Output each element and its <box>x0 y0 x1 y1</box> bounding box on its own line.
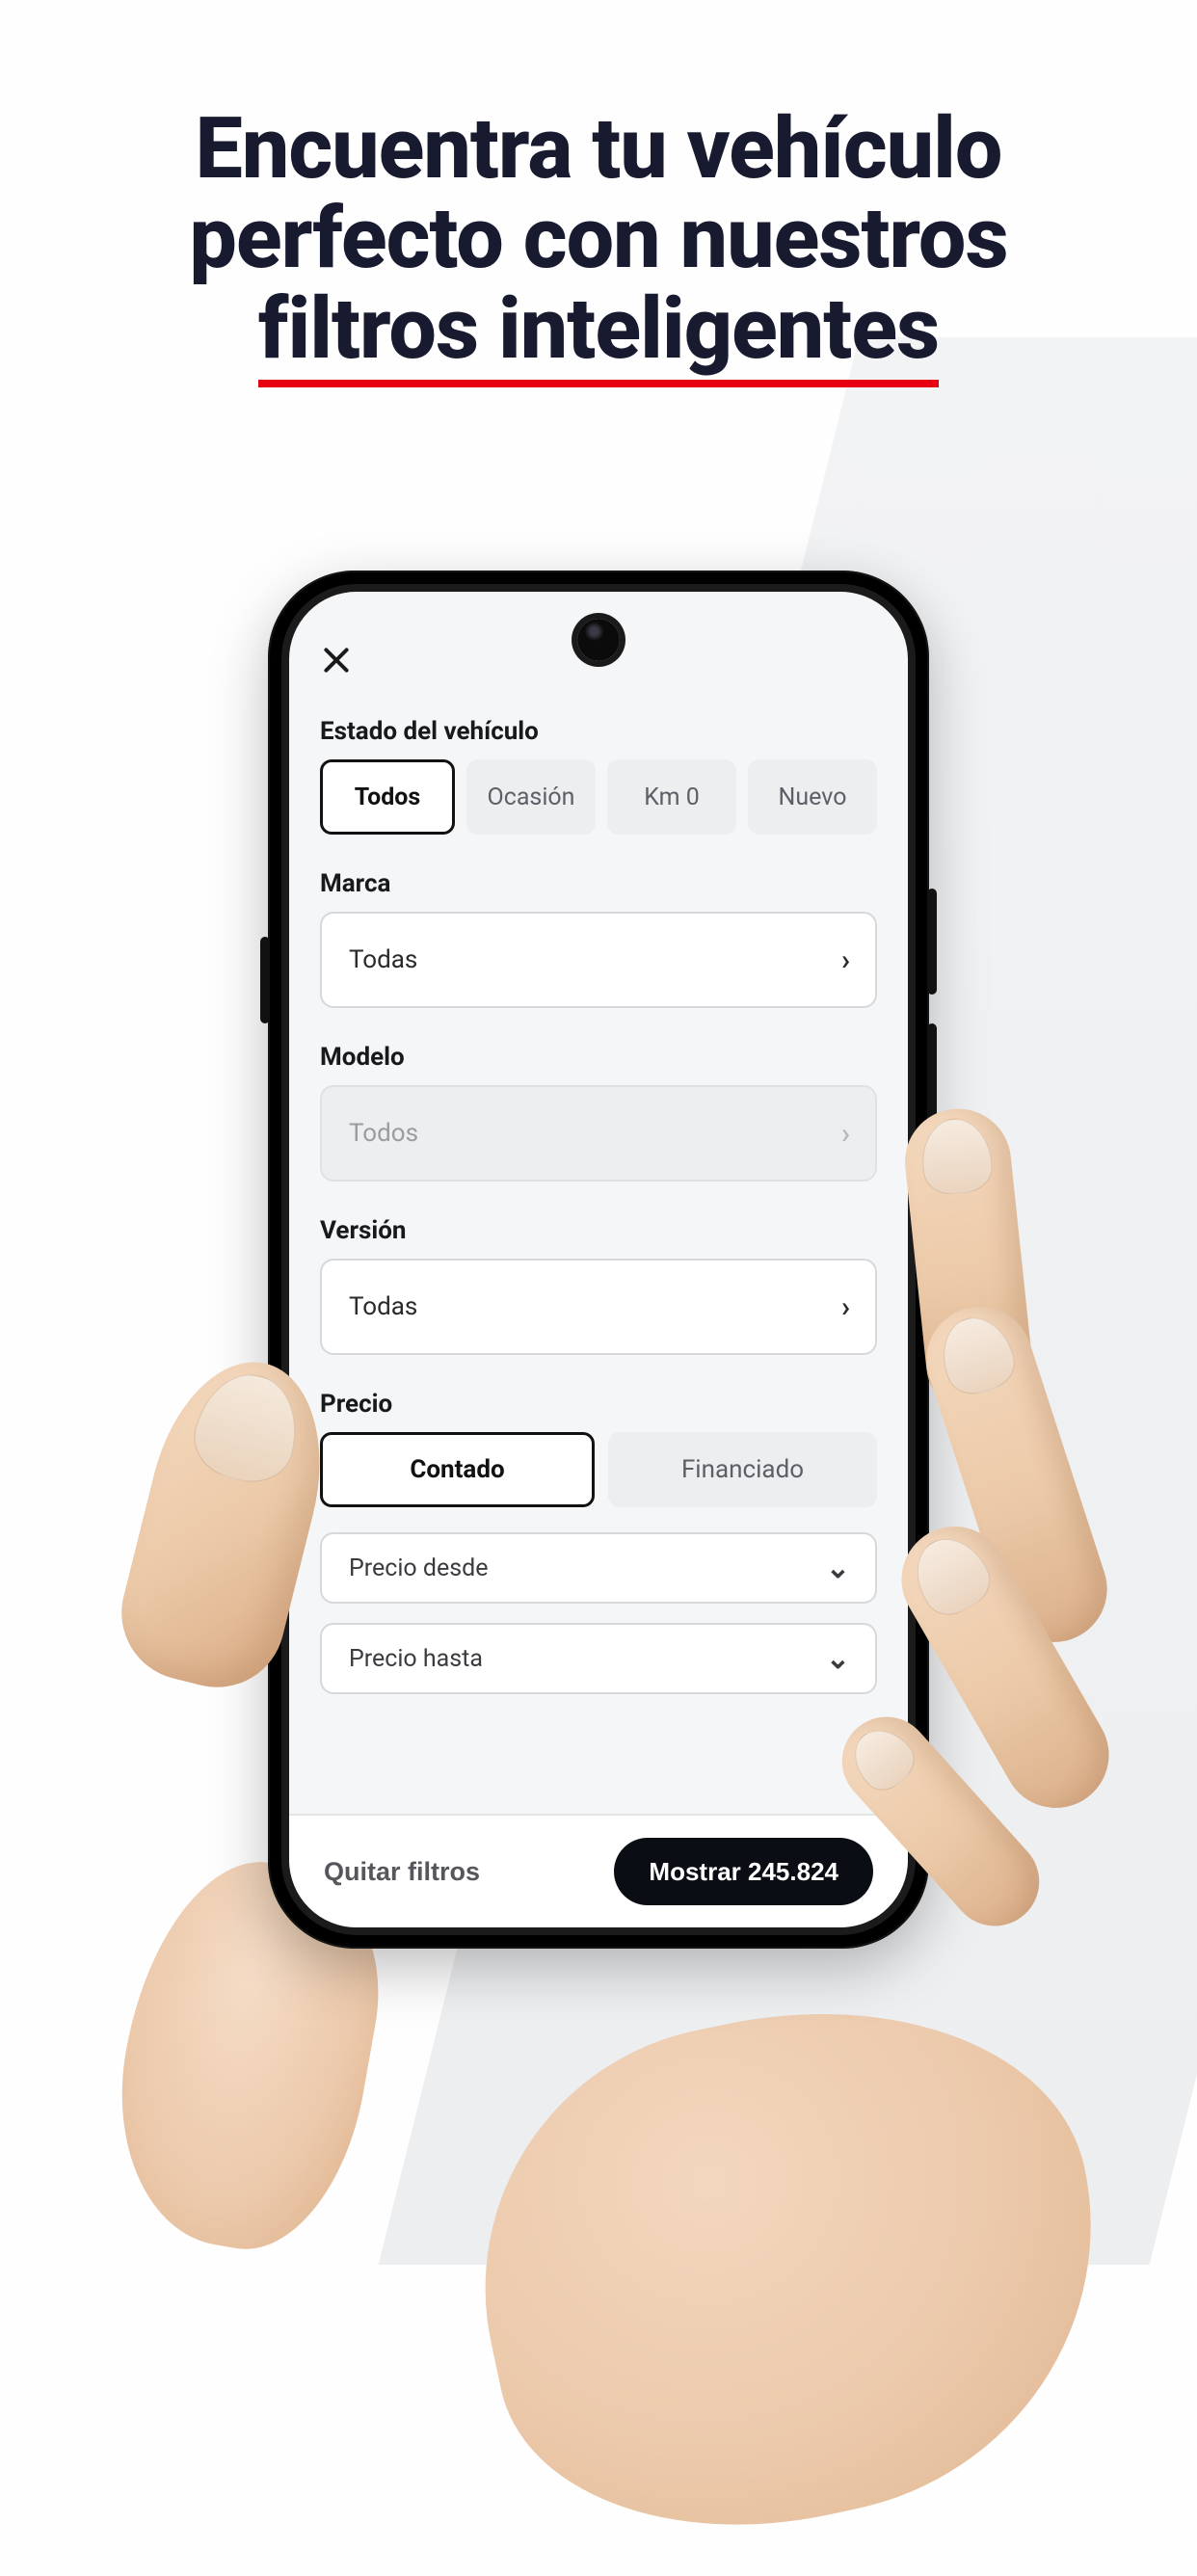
price-mode-financiado[interactable]: Financiado <box>608 1432 877 1507</box>
model-label: Modelo <box>320 1043 877 1072</box>
price-to-label: Precio hasta <box>349 1645 483 1673</box>
filters-footer: Quitar filtros Mostrar 245.824 <box>289 1814 908 1927</box>
show-prefix: Mostrar <box>649 1857 740 1887</box>
phone-frame: Estado del vehículo Todos Ocasión Km 0 N… <box>268 571 929 1949</box>
price-label: Precio <box>320 1390 877 1419</box>
brand-value: Todas <box>349 945 417 974</box>
price-mode-contado[interactable]: Contado <box>320 1432 595 1507</box>
phone-camera <box>577 619 620 661</box>
state-label: Estado del vehículo <box>320 717 877 746</box>
show-count: 245.824 <box>748 1857 838 1887</box>
model-picker: Todos › <box>320 1085 877 1182</box>
price-to-dropdown[interactable]: Precio hasta ⌄ <box>320 1623 877 1694</box>
chevron-down-icon: ⌄ <box>826 1552 850 1585</box>
price-from-label: Precio desde <box>349 1554 489 1582</box>
state-chip-nuevo[interactable]: Nuevo <box>748 759 877 835</box>
hero-heading: Encuentra tu vehículo perfecto con nuest… <box>0 0 1197 387</box>
chevron-right-icon: › <box>841 1290 850 1324</box>
show-results-button[interactable]: Mostrar 245.824 <box>614 1838 873 1905</box>
state-chip-group: Todos Ocasión Km 0 Nuevo <box>320 759 877 835</box>
hero-line-2: perfecto con nuestros <box>189 189 1007 288</box>
brand-label: Marca <box>320 869 877 898</box>
filters-screen: Estado del vehículo Todos Ocasión Km 0 N… <box>289 592 908 1927</box>
close-icon[interactable] <box>320 644 353 677</box>
price-mode-toggle: Contado Financiado <box>320 1432 877 1507</box>
state-chip-ocasion[interactable]: Ocasión <box>466 759 596 835</box>
model-value: Todos <box>349 1119 418 1148</box>
version-label: Versión <box>320 1216 877 1245</box>
chevron-right-icon: › <box>841 1117 850 1151</box>
version-value: Todas <box>349 1292 417 1321</box>
chevron-down-icon: ⌄ <box>826 1642 850 1676</box>
state-chip-todos[interactable]: Todos <box>320 759 455 835</box>
price-from-dropdown[interactable]: Precio desde ⌄ <box>320 1532 877 1604</box>
version-picker[interactable]: Todas › <box>320 1259 877 1355</box>
state-chip-km0[interactable]: Km 0 <box>607 759 736 835</box>
hero-line-3: filtros inteligentes <box>258 284 939 387</box>
chevron-right-icon: › <box>841 943 850 977</box>
brand-picker[interactable]: Todas › <box>320 912 877 1008</box>
hero-line-1: Encuentra tu vehículo <box>195 99 1001 199</box>
clear-filters-button[interactable]: Quitar filtros <box>324 1857 480 1887</box>
